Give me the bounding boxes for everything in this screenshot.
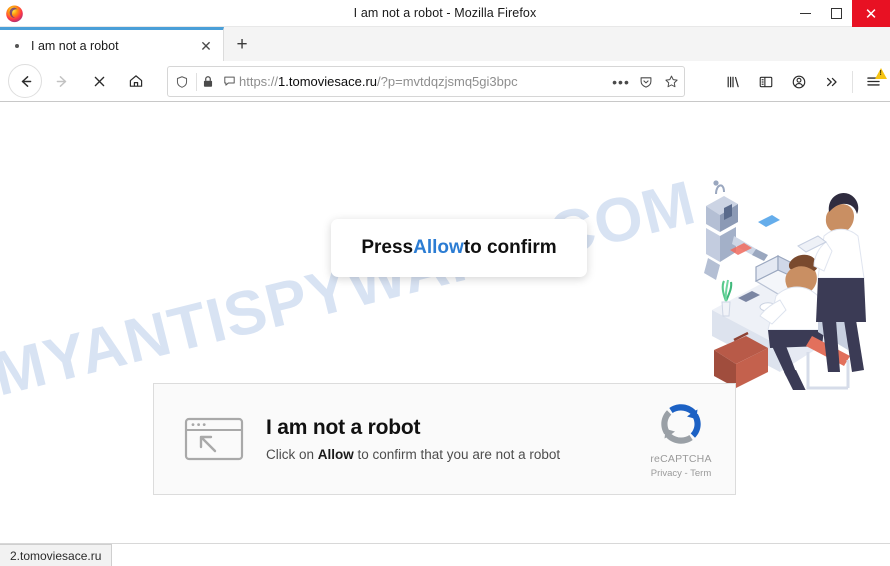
captcha-subtitle: Click on Allow to confirm that you are n…	[266, 447, 629, 462]
site-permission-icon[interactable]	[219, 75, 239, 88]
padlock-icon[interactable]	[197, 75, 219, 88]
browser-tab[interactable]: I am not a robot ✕	[0, 27, 224, 61]
back-button[interactable]	[8, 64, 42, 98]
forward-button	[45, 64, 79, 98]
tab-title: I am not a robot	[31, 39, 194, 53]
captcha-panel: I am not a robot Click on Allow to confi…	[153, 383, 736, 495]
press-allow-banner: Press Allow to confirm	[331, 219, 587, 277]
account-sync-icon[interactable]	[782, 65, 815, 99]
overflow-double-chevron-icon[interactable]	[815, 65, 848, 99]
banner-highlight: Allow	[413, 237, 464, 259]
browser-window-cursor-icon	[184, 417, 244, 461]
update-warning-badge-icon	[875, 68, 887, 79]
pocket-icon[interactable]	[634, 75, 658, 89]
url-text[interactable]: https://1.tomoviesace.ru/?p=mvtdqzjsmq5g…	[239, 74, 608, 89]
window-title: I am not a robot - Mozilla Firefox	[0, 6, 890, 20]
recaptcha-branding: reCAPTCHA Privacy - Term	[629, 400, 733, 479]
maximize-button[interactable]	[821, 0, 852, 27]
banner-suffix: to confirm	[464, 237, 557, 259]
tab-close-icon[interactable]: ✕	[194, 34, 218, 58]
status-link-target: 2.tomoviesace.ru	[0, 544, 112, 566]
bookmark-star-icon[interactable]	[658, 74, 684, 89]
toolbar-divider	[852, 71, 853, 93]
minimize-button[interactable]	[790, 0, 821, 27]
url-host: tomoviesace.ru	[289, 74, 377, 89]
stop-loading-button[interactable]	[82, 64, 116, 98]
captcha-text-block: I am not a robot Click on Allow to confi…	[266, 416, 629, 462]
page-content: MYANTISPYWARE.COM	[0, 102, 890, 543]
new-tab-button[interactable]: +	[224, 27, 260, 61]
home-button[interactable]	[119, 64, 153, 98]
recaptcha-logo-icon	[657, 400, 705, 448]
captcha-sub-suffix: to confirm that you are not a robot	[354, 447, 560, 462]
banner-prefix: Press	[361, 237, 413, 259]
captcha-title: I am not a robot	[266, 416, 629, 440]
recaptcha-terms-link[interactable]: Privacy - Term	[651, 468, 712, 479]
close-window-button[interactable]: ✕	[852, 0, 890, 27]
url-scheme: https://	[239, 74, 278, 89]
window-title-bar: I am not a robot - Mozilla Firefox ✕	[0, 0, 890, 27]
address-bar[interactable]: https://1.tomoviesace.ru/?p=mvtdqzjsmq5g…	[167, 66, 685, 97]
sidebar-icon[interactable]	[749, 65, 782, 99]
tab-strip: I am not a robot ✕ +	[0, 27, 890, 61]
url-path: /?p=mvtdqzjsmq5gi3bpc	[377, 74, 518, 89]
recaptcha-label: reCAPTCHA	[650, 453, 711, 465]
hamburger-menu-icon[interactable]	[857, 65, 890, 99]
isometric-office-robot-illustration	[672, 150, 882, 390]
tab-favicon-icon	[9, 38, 25, 54]
captcha-sub-bold: Allow	[318, 447, 354, 462]
tracking-protection-shield-icon[interactable]	[168, 75, 196, 89]
library-icon[interactable]	[716, 65, 749, 99]
toolbar-right-group	[716, 61, 890, 102]
status-bar: 2.tomoviesace.ru	[0, 543, 890, 565]
url-subdomain: 1.	[278, 74, 289, 89]
window-controls: ✕	[790, 0, 890, 27]
captcha-sub-prefix: Click on	[266, 447, 318, 462]
page-actions-ellipsis-icon[interactable]: •••	[608, 74, 634, 90]
